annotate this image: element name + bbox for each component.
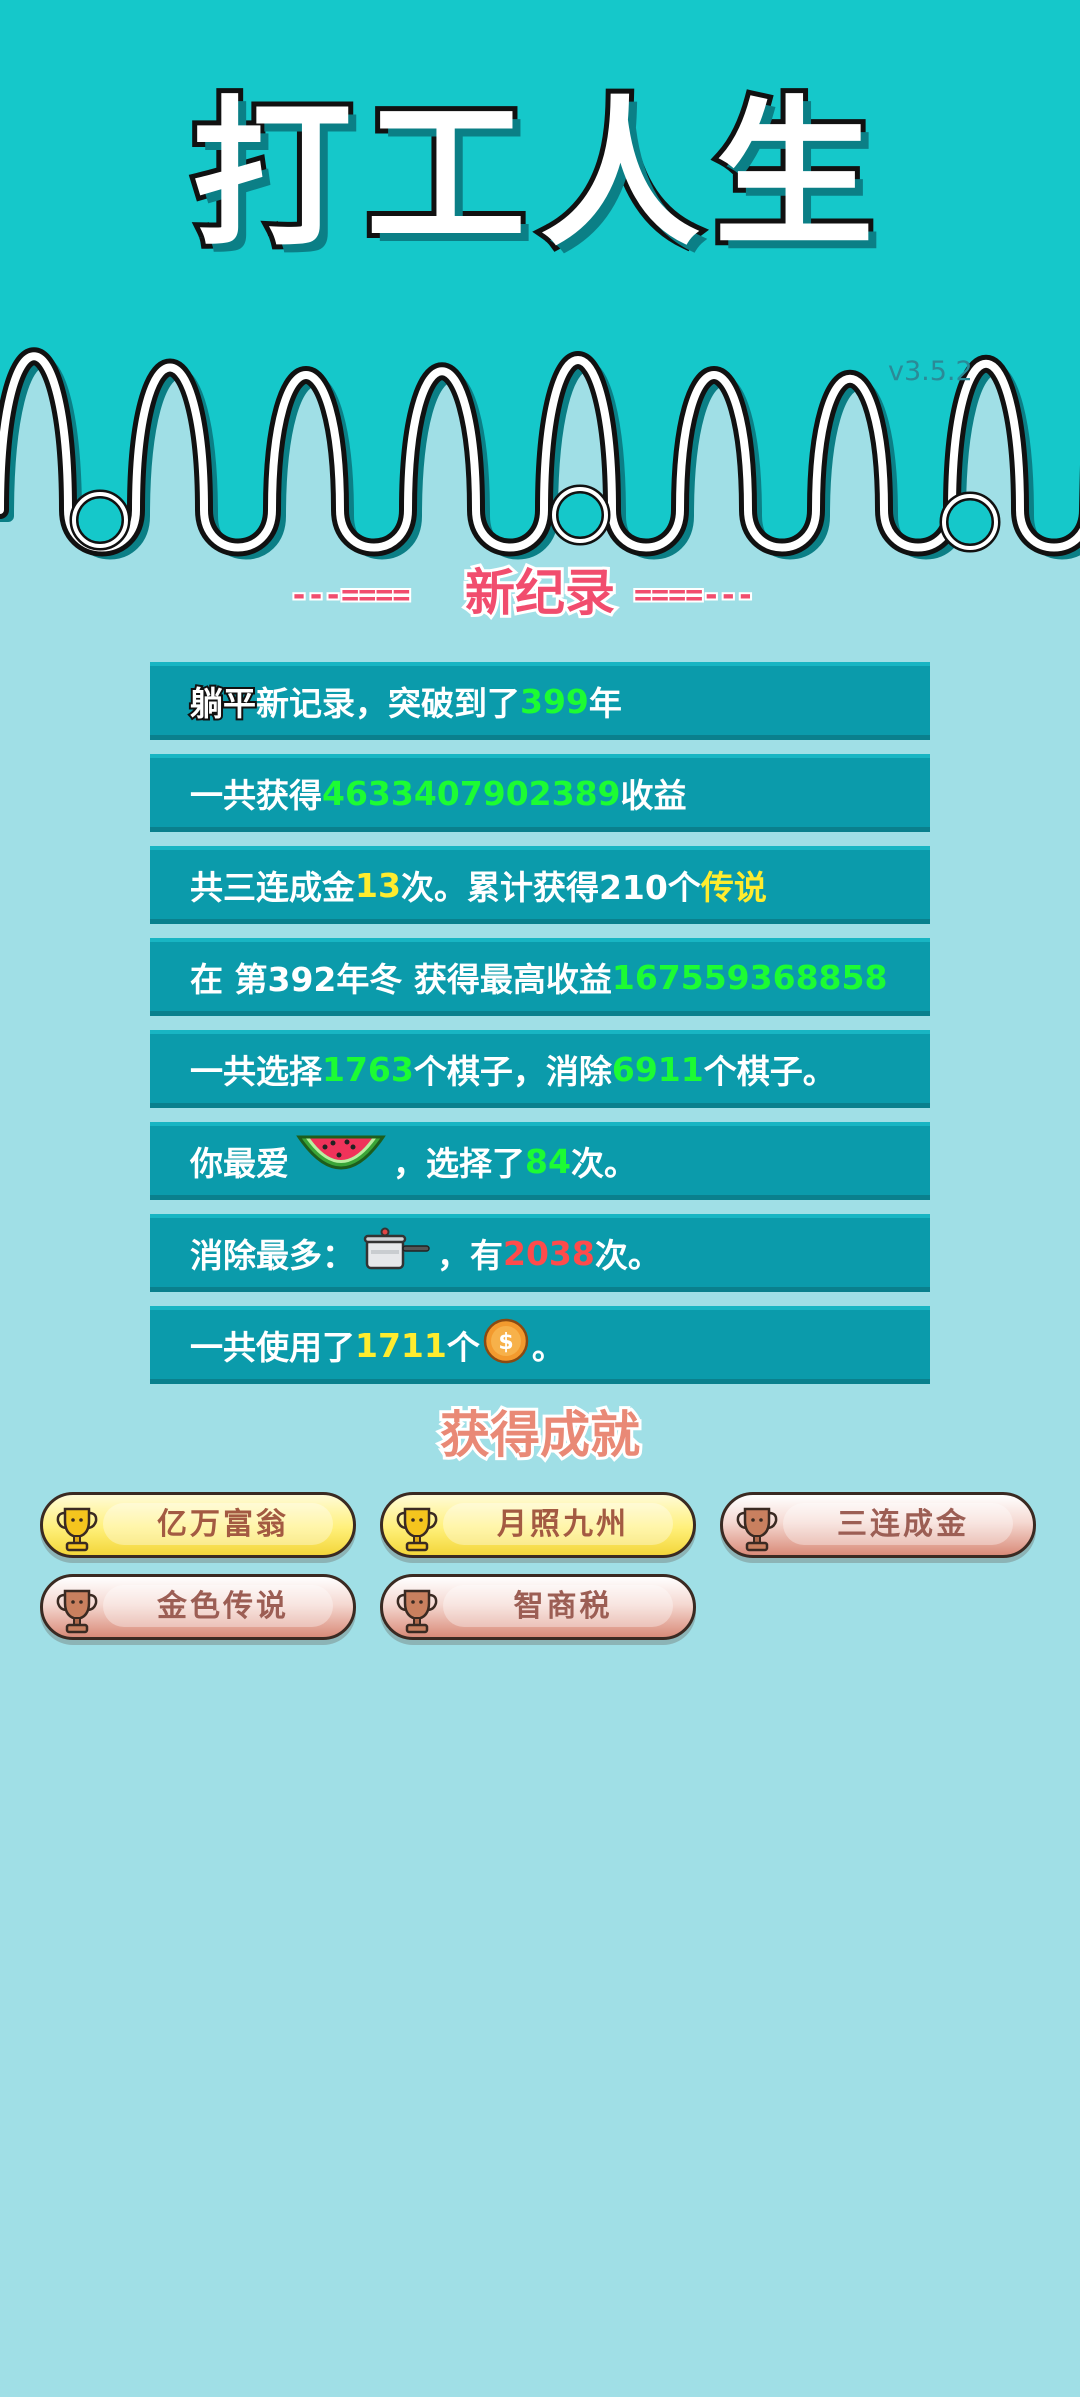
record-row-most-eliminated: 消除最多： ，有 2038 次。	[150, 1214, 930, 1292]
row-text: 个	[446, 1328, 480, 1367]
version-label: v3.5.2	[888, 356, 973, 387]
game-title: 打工人生	[187, 81, 888, 268]
max-income-value: 167559368858	[611, 957, 888, 997]
record-row-coins: 一共使用了 1711 个 $ 。	[150, 1306, 930, 1384]
achievement-badge[interactable]: 三连成金	[720, 1492, 1036, 1558]
achievement-badge[interactable]: 金色传说	[40, 1574, 356, 1640]
row-text: 在 第392年冬 获得最高收益	[190, 960, 612, 999]
player-nickname: 躺平	[188, 682, 258, 725]
coins-used-value: 1711	[355, 1325, 447, 1365]
row-text: 一共使用了	[190, 1328, 355, 1367]
watermelon-icon	[295, 1129, 387, 1193]
triple-gold-count: 13	[355, 865, 401, 905]
row-text: 次。	[594, 1236, 661, 1275]
row-text: 共三连成金	[190, 868, 355, 907]
record-row-favorite: 你最爱 ，选择了 84 次。	[150, 1122, 930, 1200]
row-text: 一共获得	[190, 776, 322, 815]
achievement-label: 亿万富翁	[157, 1507, 289, 1542]
years-value: 399	[520, 681, 589, 721]
trophy-icon	[396, 1589, 438, 1634]
trophy-icon	[56, 1507, 98, 1552]
row-text: 个棋子。	[703, 1052, 836, 1091]
record-row-pieces: 一共选择 1763 个棋子，消除 6911 个棋子。	[150, 1030, 930, 1108]
row-text: 消除最多：	[190, 1236, 355, 1275]
pieces-selected-value: 1763	[322, 1049, 414, 1089]
row-text: 年	[588, 684, 622, 723]
record-row-years: 躺平 新记录，突破到了 399 年	[150, 662, 930, 740]
favorite-count: 84	[525, 1141, 571, 1181]
legend-label: 传说	[700, 868, 767, 907]
achievement-badge[interactable]: 亿万富翁	[40, 1492, 356, 1558]
total-income-value: 4633407902389	[322, 773, 621, 813]
row-text: ，有	[437, 1236, 503, 1275]
cooking-pot-icon	[361, 1224, 431, 1282]
row-text: 新记录，突破到了	[256, 684, 520, 723]
row-text: 你最爱	[190, 1144, 289, 1183]
achievement-badge[interactable]: 月照九州	[380, 1492, 696, 1558]
trophy-icon	[56, 1589, 98, 1634]
achievement-label: 三连成金	[837, 1507, 969, 1542]
record-row-total-income: 一共获得 4633407902389 收益	[150, 754, 930, 832]
row-text: ，选择了	[393, 1144, 525, 1183]
record-row-triple-gold: 共三连成金 13 次。累计获得210个 传说	[150, 846, 930, 924]
row-text: 。	[531, 1328, 565, 1367]
achievement-label: 智商税	[513, 1589, 613, 1624]
achievement-badge[interactable]: 智商税	[380, 1574, 696, 1640]
most-eliminated-count: 2038	[503, 1233, 595, 1273]
achievement-label: 月照九州	[497, 1507, 629, 1542]
row-text: 次。累计获得210个	[400, 868, 701, 907]
svg-text:$: $	[498, 1330, 513, 1355]
coin-icon: $	[482, 1317, 530, 1373]
new-record-heading: 新纪录	[462, 564, 618, 622]
trophy-icon	[396, 1507, 438, 1552]
row-text: 一共选择	[190, 1052, 322, 1091]
achievement-label: 金色传说	[157, 1589, 289, 1624]
record-row-max-income: 在 第392年冬 获得最高收益 167559368858	[150, 938, 930, 1016]
trophy-icon	[736, 1507, 778, 1552]
heading-dash-right: ====---	[632, 576, 756, 615]
achievements-heading: 获得成就	[437, 1406, 643, 1464]
row-text: 次。	[570, 1144, 637, 1183]
row-text: 个棋子，消除	[413, 1052, 612, 1091]
row-text: 收益	[620, 776, 687, 815]
pieces-eliminated-value: 6911	[611, 1049, 704, 1089]
